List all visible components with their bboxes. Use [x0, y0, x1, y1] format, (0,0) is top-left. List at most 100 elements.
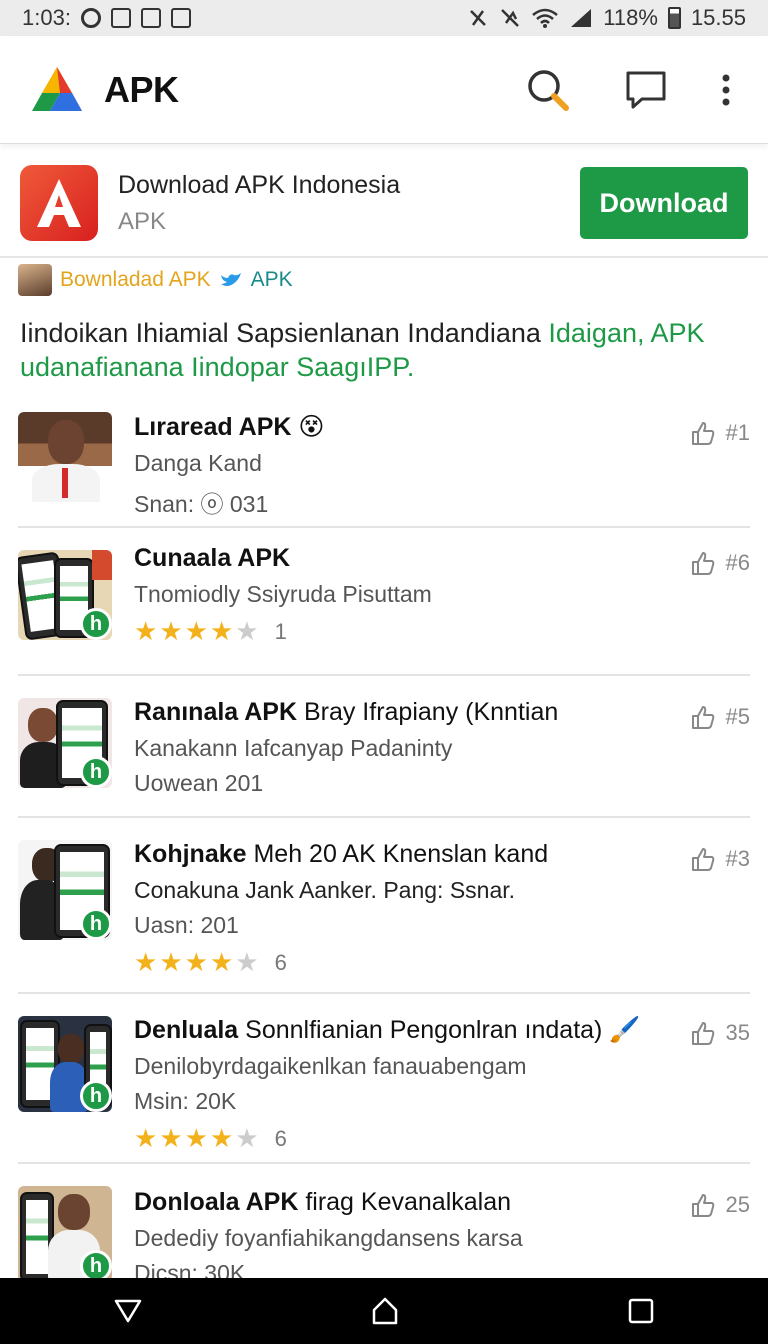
source-name: Bownladad APK [60, 268, 211, 291]
chat-icon [626, 71, 666, 108]
item-thumbnail: h [18, 840, 112, 940]
status-bar: 1:03: 118% 15.55 [0, 0, 768, 36]
app-badge-icon: h [80, 756, 112, 788]
list-item[interactable]: h Donloala APK firag Kevanalkalan Dededi… [18, 1164, 750, 1287]
list-item[interactable]: h Kohjnake Meh 20 AK Knenslan kand Conak… [18, 818, 750, 994]
star-icon: ★ [134, 947, 158, 977]
system-nav-bar [0, 1278, 768, 1344]
thumbs-up-icon [691, 1194, 714, 1217]
rank-label: #5 [725, 704, 750, 729]
item-title: Denluala Sonnlfianian Pengonlran ındata)… [134, 1016, 641, 1044]
item-info: Donloala APK firag Kevanalkalan Dedediy … [134, 1188, 640, 1287]
promo-banner: Download APK Indonesia APK Download [0, 150, 768, 258]
item-desc: Denilobyrdagaikenlkan fanauabengam [134, 1053, 527, 1079]
item-title: Donloala APK firag Kevanalkalan [134, 1188, 512, 1216]
rank-label: 25 [725, 1192, 750, 1217]
home-icon[interactable] [370, 1296, 400, 1326]
item-desc: Kanakann Iafcanyap Padaninty [134, 735, 453, 761]
promo-text: Download APK Indonesia APK [118, 171, 400, 236]
status-clock: 15.55 [690, 5, 746, 30]
source-tag: APK [250, 268, 293, 291]
item-rank[interactable]: 35 [690, 1020, 750, 1046]
rating-count: 6 [274, 949, 287, 975]
item-desc: Conakuna Jank Aanker. Pang: Ssnar. [134, 877, 516, 903]
rank-label: 35 [725, 1020, 750, 1045]
star-icon: ★ [209, 1123, 234, 1153]
rank-label: #6 [725, 550, 750, 575]
app-badge-icon: h [80, 1080, 112, 1112]
item-info: Cunaala APK Tnomiodly Ssiyruda Pisuttam … [134, 544, 640, 647]
download-button[interactable]: Download [580, 167, 748, 239]
star-icon: ★ [184, 616, 208, 646]
star-icon: ★ [159, 947, 183, 977]
status-left: 1:03: [22, 5, 191, 31]
thumbs-up-icon [691, 1022, 714, 1045]
recents-icon[interactable] [627, 1297, 655, 1325]
rating-stars: ★ ★ ★ ★ ★ 6 [134, 1123, 640, 1154]
rating-stars: ★ ★ ★ ★ ★ 6 [134, 947, 640, 978]
intro-text: Iindoikan Ihiamial Sapsienlanan Indandia… [20, 316, 750, 384]
item-info: Kohjnake Meh 20 AK Knenslan kand Conakun… [134, 840, 640, 978]
rating-count: 1 [274, 618, 287, 644]
notification-icon [110, 8, 131, 28]
item-thumbnail: h [18, 698, 112, 788]
item-thumbnail: h [18, 1016, 112, 1112]
thumbs-up-icon [691, 848, 714, 871]
sync-icon [80, 8, 101, 28]
item-title: Lıraread APK 😵 [134, 413, 325, 441]
list-item[interactable]: h Ranınala APK Bray Ifrapiany (Knntian K… [18, 676, 750, 818]
brush-icon: 🖌️ [609, 1016, 641, 1044]
app-logo-icon[interactable] [30, 65, 84, 115]
app-bar-actions [518, 60, 738, 120]
battery-percent: 118% [603, 5, 658, 30]
star-icon: ★ [184, 947, 208, 977]
item-title: Cunaala APK [134, 544, 291, 572]
thumbs-up-icon [691, 552, 714, 575]
star-icon: ★ [159, 616, 183, 646]
more-options-button[interactable] [714, 60, 738, 120]
item-desc: Dedediy foyanfiahikangdansens karsa [134, 1225, 523, 1251]
rating-count: 6 [274, 1125, 287, 1151]
image-icon [140, 8, 161, 28]
item-rank[interactable]: #6 [690, 550, 750, 576]
star-icon: ★ [159, 1123, 183, 1153]
item-title: Ranınala APK Bray Ifrapiany (Knntian [134, 698, 559, 726]
item-rank[interactable]: #5 [690, 704, 750, 730]
item-meta: Uasn: 201 [134, 912, 239, 938]
promo-app-icon [20, 165, 98, 241]
intro-main: Iindoikan Ihiamial Sapsienlanan Indandia… [20, 318, 549, 348]
list-item[interactable]: Lıraread APK 😵 Danga Kand Snan: ⓞ 031 #1 [18, 398, 750, 528]
star-icon: ★ [184, 1123, 208, 1153]
mute-icon [501, 9, 520, 27]
back-icon[interactable] [113, 1298, 143, 1324]
item-rank[interactable]: #1 [690, 420, 750, 446]
chat-button[interactable] [616, 60, 676, 120]
app-badge-icon: h [80, 608, 112, 640]
save-icon [170, 8, 191, 28]
star-empty-icon: ★ [235, 947, 259, 977]
item-thumbnail [18, 412, 112, 502]
item-meta: Uowean 201 [134, 770, 264, 796]
search-button[interactable] [518, 60, 578, 120]
vibrate-icon [470, 10, 487, 26]
letter-a-logo-icon [37, 179, 81, 227]
item-thumbnail: h [18, 550, 112, 640]
list-item[interactable]: h Cunaala APK Tnomiodly Ssiyruda Pisutta… [18, 528, 750, 676]
signal-icon [571, 9, 592, 27]
source-line[interactable]: Bownladad APK APK [18, 264, 293, 296]
promo-app-name: Download APK Indonesia [118, 170, 401, 199]
emoji-icon: 😵 [298, 413, 325, 441]
search-icon [528, 69, 569, 111]
list-item[interactable]: h Denluala Sonnlfianian Pengonlran ındat… [18, 994, 750, 1164]
app-bar: APK [0, 36, 768, 144]
star-empty-icon: ★ [235, 1123, 259, 1153]
bird-icon [220, 273, 241, 286]
more-vert-icon [722, 74, 730, 105]
item-rank[interactable]: 25 [690, 1192, 750, 1218]
item-desc: Tnomiodly Ssiyruda Pisuttam [134, 581, 432, 607]
item-info: Lıraread APK 😵 Danga Kand Snan: ⓞ 031 [134, 412, 640, 519]
item-rank[interactable]: #3 [690, 846, 750, 872]
app-title: APK [104, 68, 179, 110]
item-desc: Danga Kand [134, 450, 262, 476]
thumbs-up-icon [691, 706, 714, 729]
